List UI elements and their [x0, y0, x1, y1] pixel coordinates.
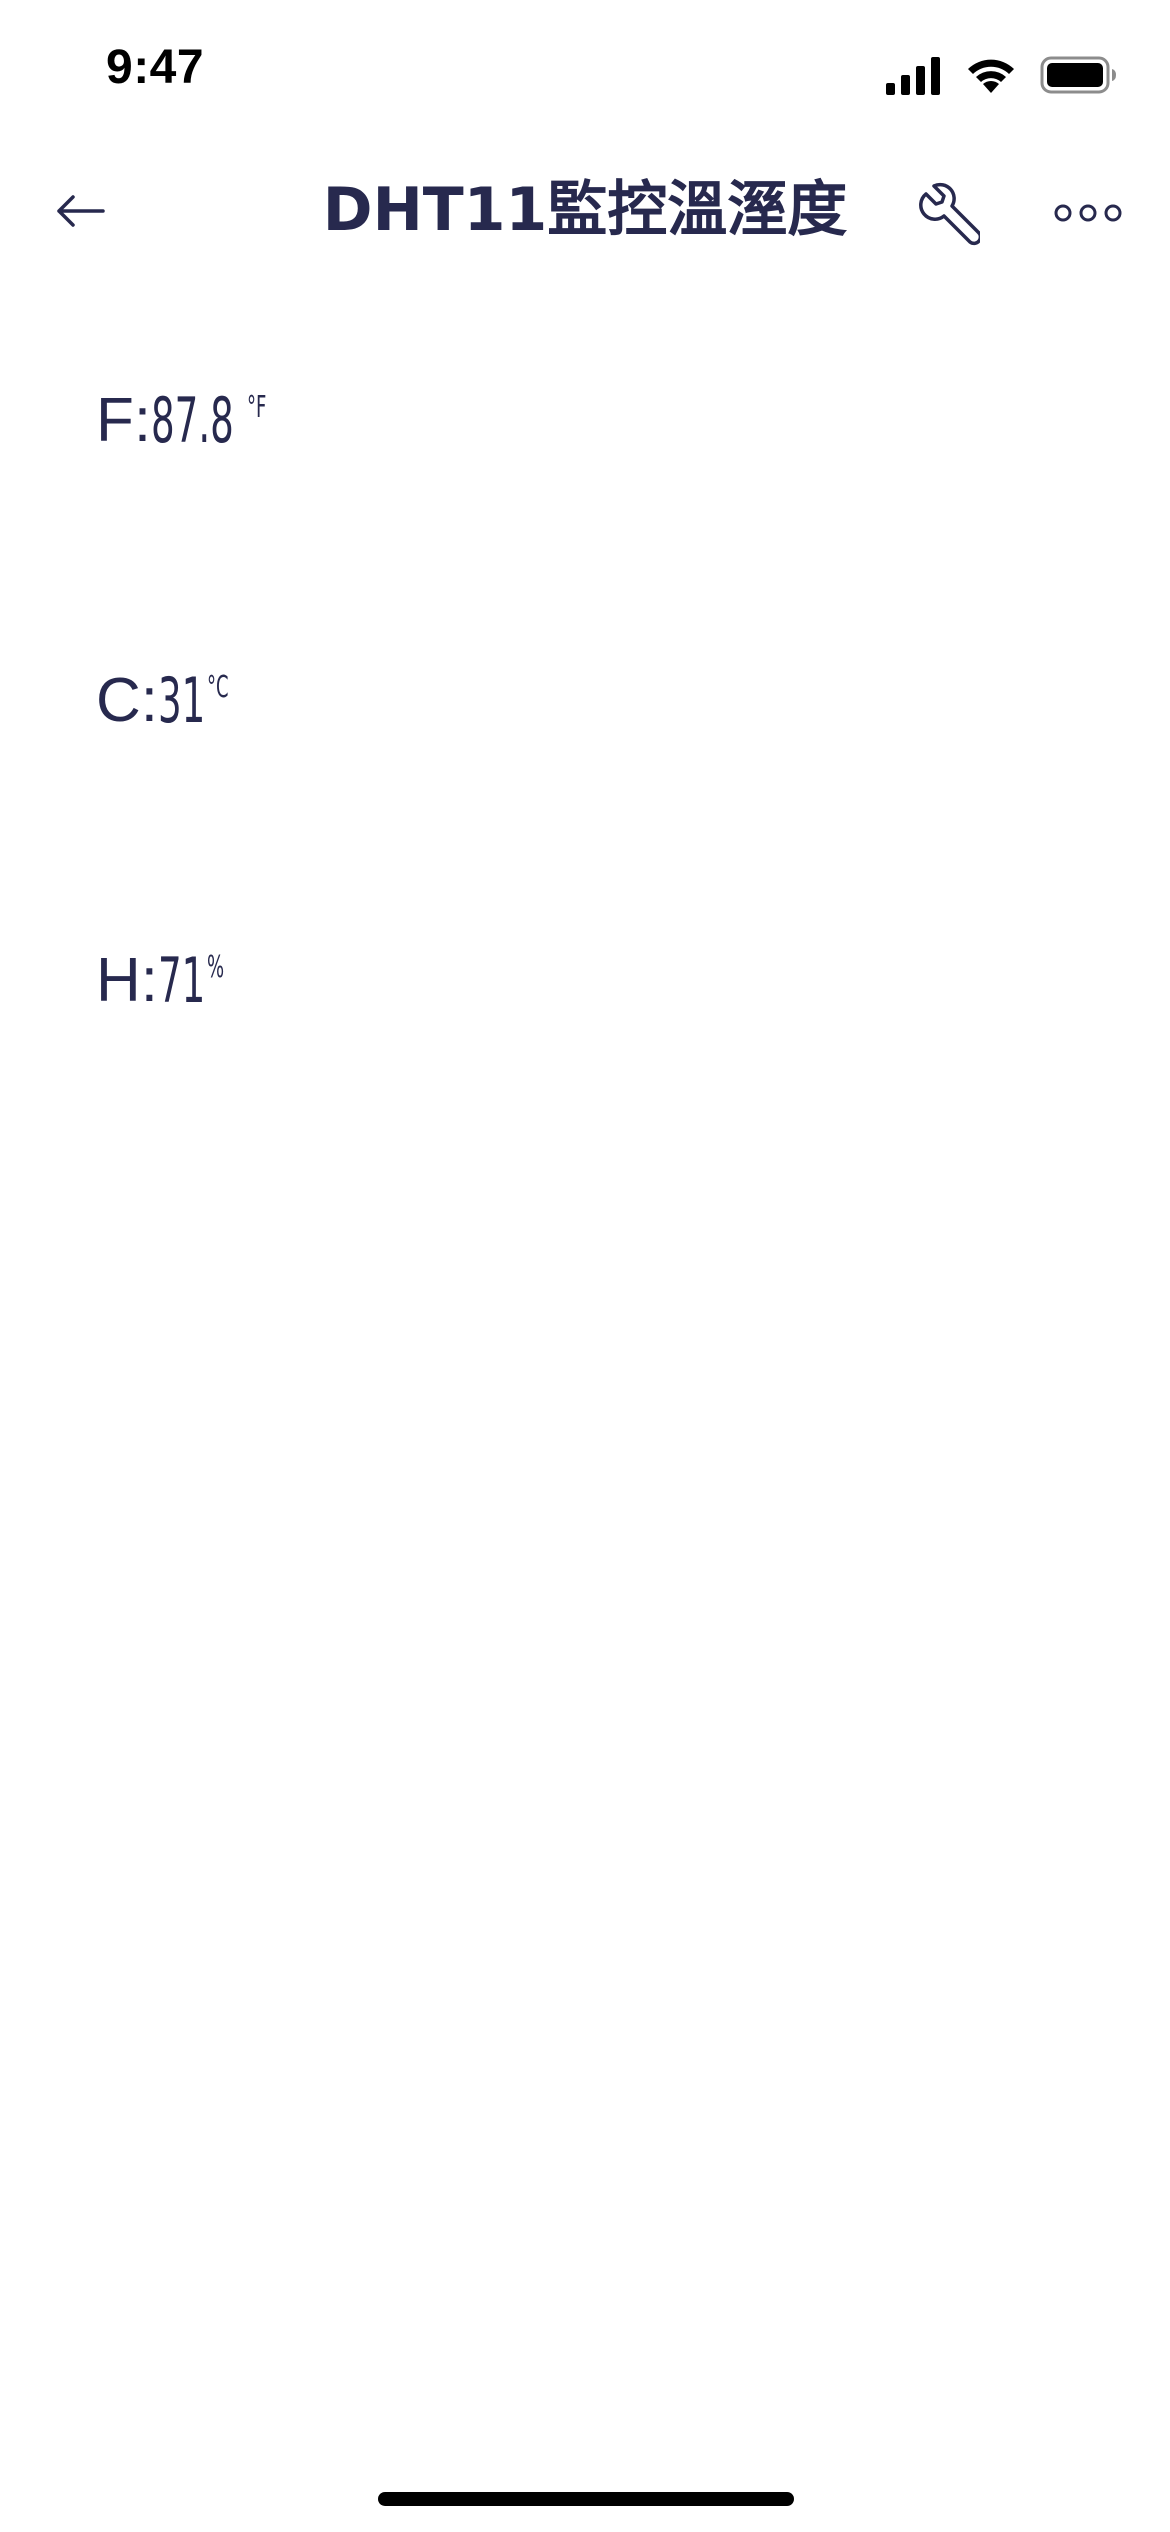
- status-bar: 9:47: [0, 0, 1170, 140]
- widget-label: F:: [96, 386, 152, 455]
- status-icons: [884, 50, 1118, 100]
- arrow-left-icon: [57, 195, 105, 227]
- more-horizontal-icon: [1054, 204, 1122, 222]
- home-indicator[interactable]: [378, 2492, 794, 2506]
- app-screen: 9:47 DHT11監控溫溼度 F: 87.8 °F C: 31 °C H: 7…: [0, 0, 1170, 2532]
- widget-value-group: 31 °C: [158, 666, 243, 736]
- widget-unit: °C: [206, 670, 229, 705]
- widget-label: H:: [96, 946, 158, 1015]
- wifi-icon: [968, 59, 1014, 93]
- back-button[interactable]: [40, 176, 120, 246]
- widget-value-group: 71 %: [158, 946, 235, 1016]
- widget-unit: °F: [247, 390, 267, 425]
- widget-value: 71: [158, 944, 206, 1017]
- settings-button[interactable]: [906, 176, 986, 256]
- cellular-signal-icon: [886, 57, 940, 95]
- widget-value: 31: [158, 664, 206, 737]
- fahrenheit-widget: F: 87.8 °F: [96, 386, 279, 456]
- widget-unit: %: [206, 950, 225, 985]
- page-title: DHT11監控溫溼度: [322, 175, 848, 245]
- widget-value-group: 87.8 °F: [151, 386, 279, 456]
- celsius-widget: C: 31 °C: [96, 666, 243, 736]
- humidity-widget: H: 71 %: [96, 946, 235, 1016]
- header-bar: DHT11監控溫溼度: [0, 140, 1170, 280]
- status-time: 9:47: [106, 41, 205, 94]
- more-button[interactable]: [1048, 188, 1128, 238]
- wrench-icon: [919, 182, 980, 246]
- widget-value: 87.8: [151, 384, 234, 457]
- widget-label: C:: [96, 666, 158, 735]
- battery-icon: [1040, 56, 1116, 94]
